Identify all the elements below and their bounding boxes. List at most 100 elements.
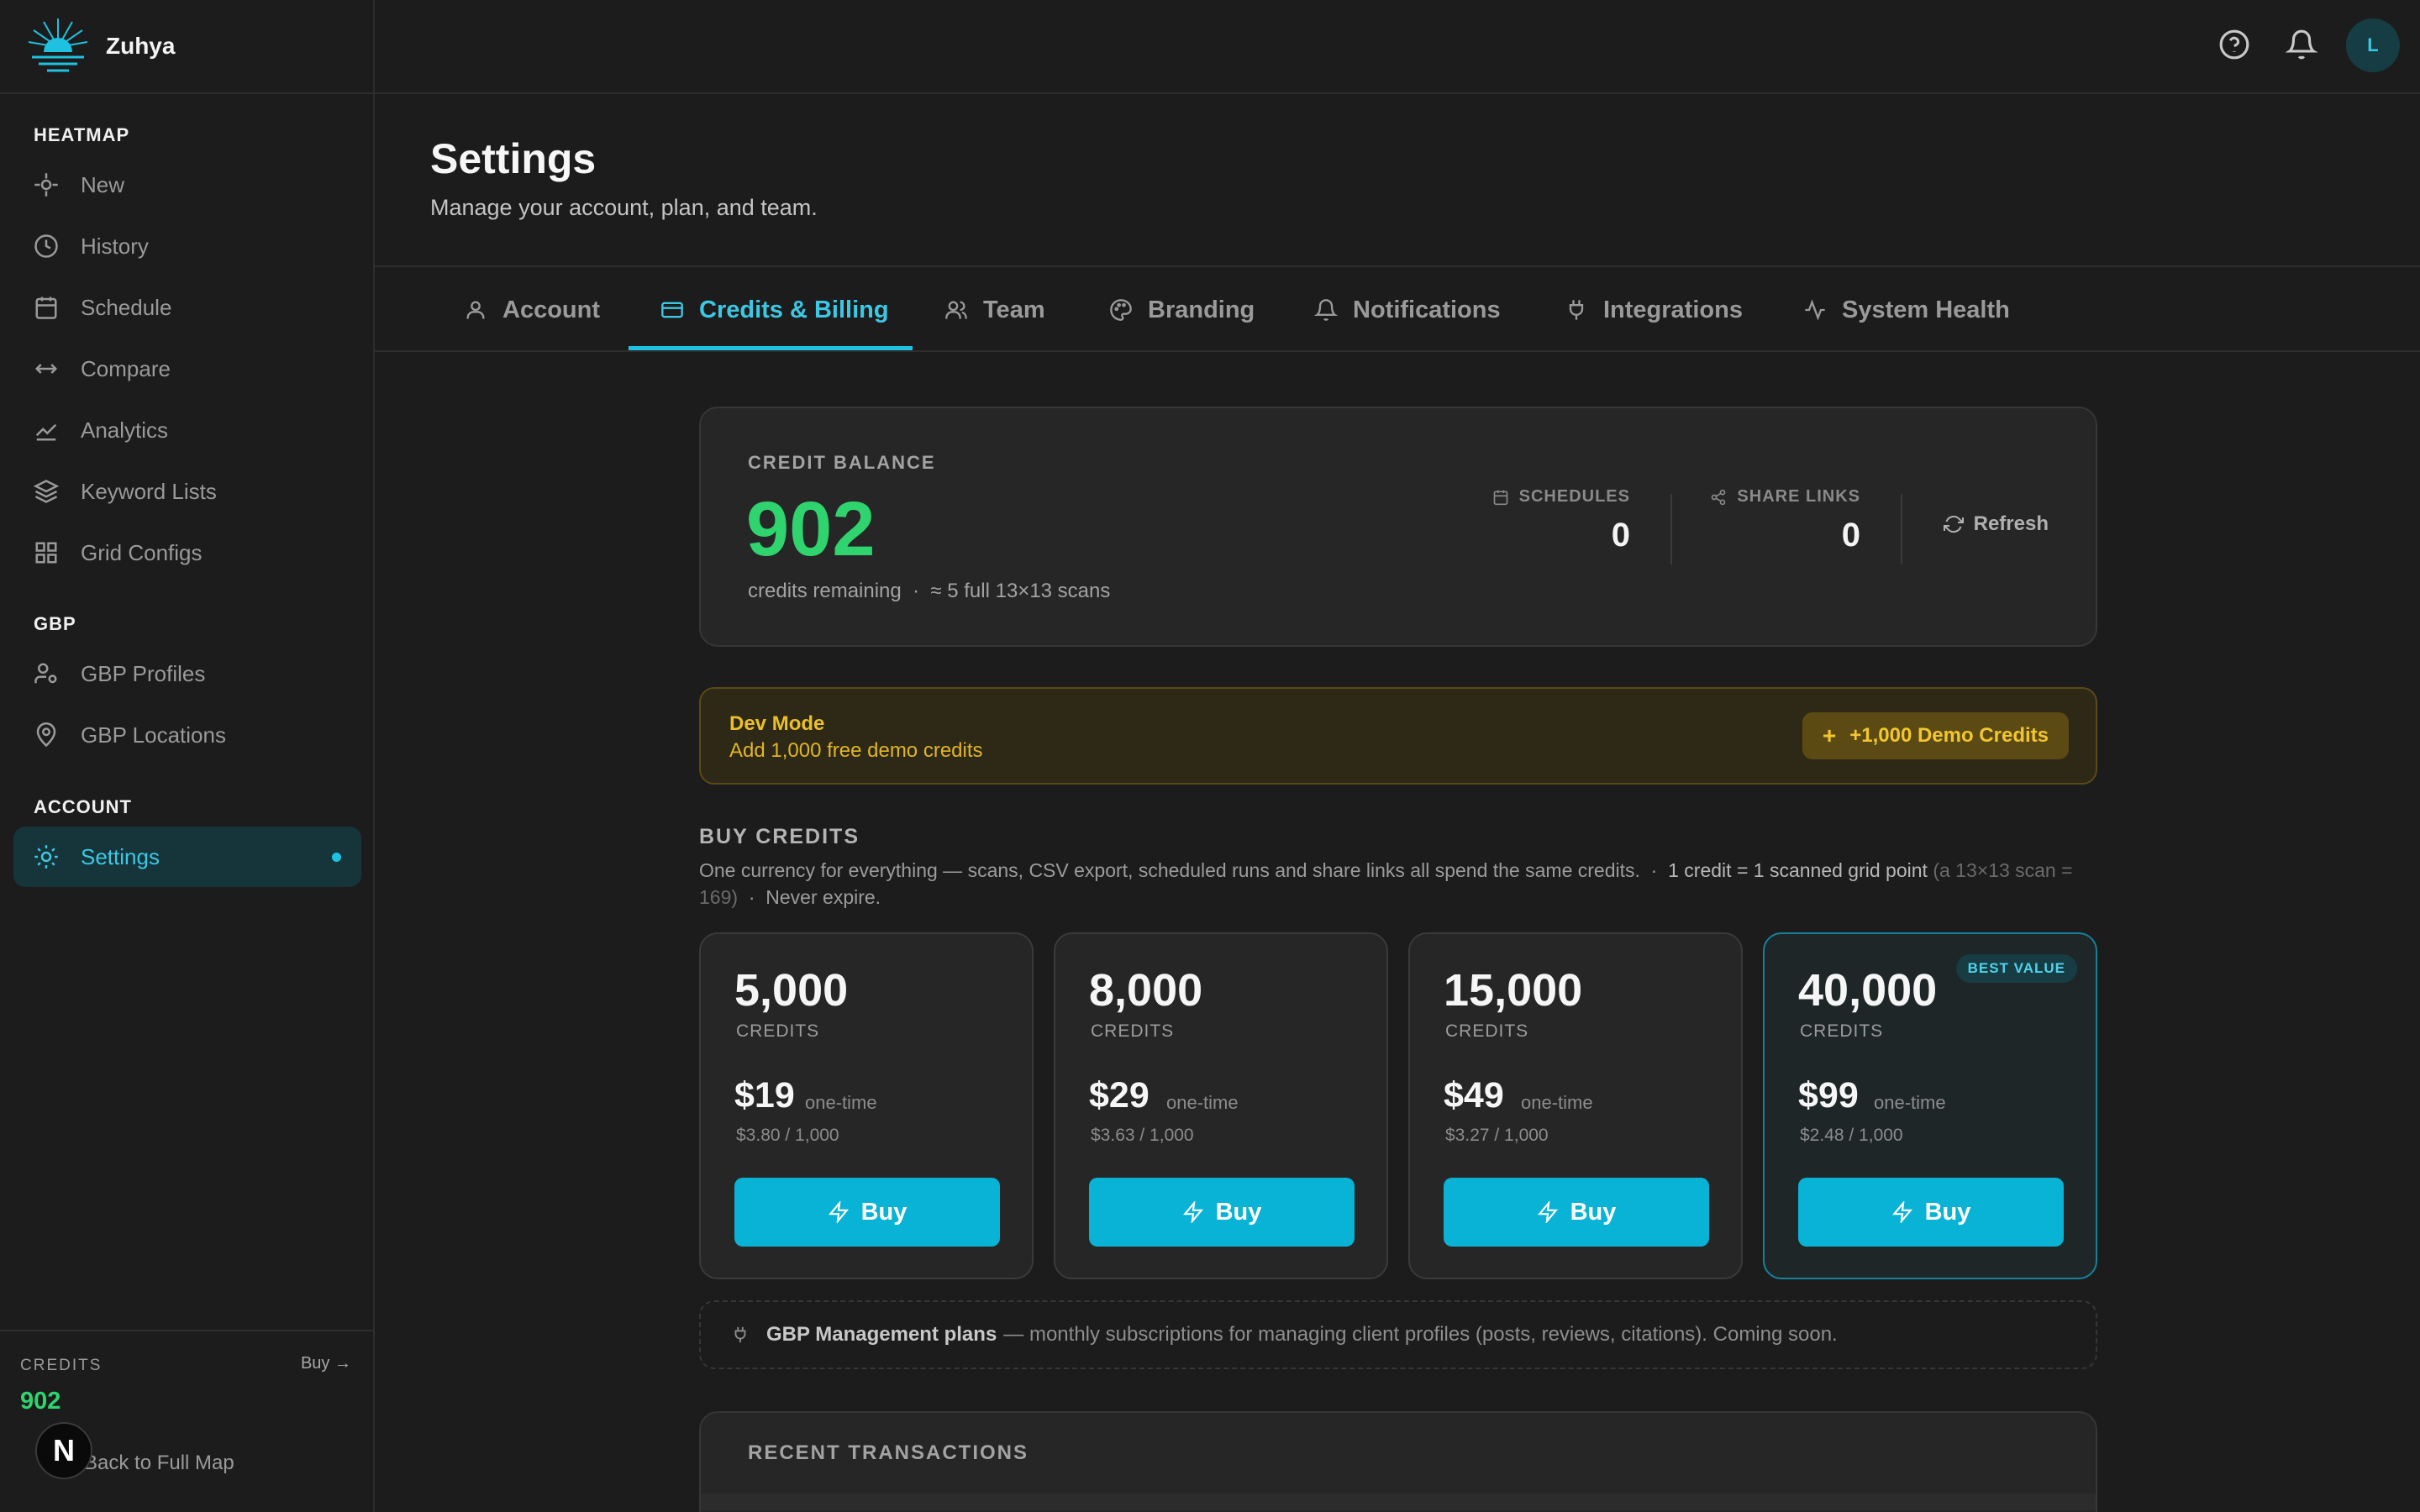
users-icon xyxy=(945,301,967,319)
plan-card-8000: 8,000 CREDITS $29 one-time $3.63 / 1,000… xyxy=(1054,932,1388,1279)
schedules-stat: SCHEDULES 0 xyxy=(1492,487,1630,554)
buy-button-label: Buy xyxy=(1570,1198,1617,1226)
buy-button-label: Buy xyxy=(860,1198,908,1226)
credit-balance-card: CREDIT BALANCE 902 credits remaining · ≈… xyxy=(699,407,2097,647)
credit-balance-value: 902 xyxy=(746,486,876,572)
refresh-label: Refresh xyxy=(1973,512,2049,535)
bell-icon[interactable] xyxy=(2285,29,2321,64)
layers-icon xyxy=(34,480,59,503)
buy-desc-sep: · xyxy=(748,886,755,908)
page-title: Settings xyxy=(430,135,597,182)
tab-credits-billing[interactable]: Credits & Billing xyxy=(660,269,889,351)
recent-transactions-title: RECENT TRANSACTIONS xyxy=(748,1441,1029,1464)
gbp-note-text: — monthly subscriptions for managing cli… xyxy=(1003,1323,1838,1346)
crosshair-icon xyxy=(34,173,58,197)
next-dev-badge[interactable]: N xyxy=(35,1422,92,1479)
plug-icon xyxy=(734,1326,746,1343)
plan-amount: 8,000 xyxy=(1089,965,1203,1016)
divider xyxy=(0,1330,375,1331)
logo-icon xyxy=(25,13,91,80)
divider xyxy=(0,92,375,94)
plan-per-thousand: $2.48 / 1,000 xyxy=(1800,1126,1903,1145)
chart-line-icon xyxy=(35,423,57,441)
tab-label: Notifications xyxy=(1353,296,1501,323)
sidebar-item-label: Analytics xyxy=(81,417,169,443)
sidebar-item-history[interactable]: History xyxy=(13,216,361,276)
tab-notifications[interactable]: Notifications xyxy=(1314,269,1501,351)
credit-balance-label: CREDIT BALANCE xyxy=(748,452,936,473)
divider xyxy=(1670,494,1672,564)
dev-mode-banner: Dev Mode Add 1,000 free demo credits + +… xyxy=(699,687,2097,785)
tab-team[interactable]: Team xyxy=(944,269,1045,351)
calendar-icon xyxy=(35,297,57,319)
sidebar-credits-value: 902 xyxy=(20,1388,61,1415)
buy-button[interactable]: Buy xyxy=(1444,1178,1709,1247)
back-to-map-link[interactable]: Back to Full Map xyxy=(84,1452,234,1475)
plan-per-thousand: $3.80 / 1,000 xyxy=(736,1126,839,1145)
topbar xyxy=(375,0,2420,94)
sidebar-item-label: Schedule xyxy=(81,294,172,320)
plan-billing: one-time xyxy=(1166,1092,1239,1113)
buy-desc-end: Never expire. xyxy=(765,886,881,908)
share-icon xyxy=(1712,489,1726,505)
sidebar-item-label: New xyxy=(81,171,125,197)
buy-button[interactable]: Buy xyxy=(1798,1178,2064,1247)
tab-account[interactable]: Account xyxy=(464,269,600,351)
avatar[interactable]: L xyxy=(2346,18,2400,72)
plan-unit: CREDITS xyxy=(1091,1021,1175,1041)
sidebar-item-label: Settings xyxy=(81,843,160,869)
plan-price: $29 xyxy=(1089,1075,1150,1116)
plug-icon xyxy=(1569,300,1584,320)
schedules-label: SCHEDULES xyxy=(1518,487,1630,506)
buy-desc-highlight: 1 credit = 1 scanned grid point xyxy=(1668,859,1928,881)
tab-label: Credits & Billing xyxy=(699,296,889,323)
sidebar-item-gbp-profiles[interactable]: GBP Profiles xyxy=(13,643,361,704)
sidebar: Zuhya HEATMAP New History Schedule Compa… xyxy=(0,0,375,1512)
sidebar-buy-link[interactable]: Buy → xyxy=(301,1354,351,1373)
palette-icon xyxy=(1110,299,1132,321)
sidebar-item-compare[interactable]: Compare xyxy=(13,339,361,399)
refresh-button[interactable]: Refresh xyxy=(1943,512,2049,536)
sidebar-item-schedule[interactable]: Schedule xyxy=(13,277,361,338)
buy-desc-main: One currency for everything — scans, CSV… xyxy=(699,859,1640,881)
refresh-icon xyxy=(1943,515,1964,533)
add-demo-credits-label: +1,000 Demo Credits xyxy=(1849,724,2049,747)
sidebar-item-analytics[interactable]: Analytics xyxy=(13,400,361,460)
buy-button[interactable]: Buy xyxy=(734,1178,1000,1247)
sidebar-item-new[interactable]: New xyxy=(13,155,361,215)
help-icon[interactable] xyxy=(2218,29,2254,64)
buy-credits-title: BUY CREDITS xyxy=(699,825,860,848)
add-demo-credits-button[interactable]: + +1,000 Demo Credits xyxy=(1802,712,2069,759)
sidebar-item-label: GBP Profiles xyxy=(81,660,206,686)
user-icon xyxy=(466,301,485,319)
divider xyxy=(375,350,2420,352)
plan-billing: one-time xyxy=(1874,1092,1946,1113)
sidebar-item-settings[interactable]: Settings xyxy=(13,827,361,887)
brand[interactable]: Zuhya xyxy=(25,15,175,77)
activity-icon xyxy=(1805,299,1825,321)
plan-card-40000: BEST VALUE 40,000 CREDITS $99 one-time $… xyxy=(1763,932,2097,1279)
divider xyxy=(1901,494,1902,564)
tab-integrations[interactable]: Integrations xyxy=(1565,269,1743,351)
schedules-value: 0 xyxy=(1611,517,1630,554)
sidebar-item-grid-configs[interactable]: Grid Configs xyxy=(13,522,361,583)
plan-card-15000: 15,000 CREDITS $49 one-time $3.27 / 1,00… xyxy=(1408,932,1743,1279)
nav-section-gbp: GBP xyxy=(34,613,76,634)
sidebar-item-keyword-lists[interactable]: Keyword Lists xyxy=(13,461,361,522)
grid-icon xyxy=(35,542,57,564)
arrows-horizontal-icon xyxy=(34,364,58,374)
map-pin-icon xyxy=(36,722,56,748)
plan-amount: 15,000 xyxy=(1444,965,1583,1016)
tab-system-health[interactable]: System Health xyxy=(1803,269,2010,351)
buy-button[interactable]: Buy xyxy=(1089,1178,1355,1247)
share-links-label: SHARE LINKS xyxy=(1737,487,1860,506)
lightning-icon xyxy=(1891,1201,1912,1223)
buy-credits-description: One currency for everything — scans, CSV… xyxy=(699,857,2094,911)
tab-branding[interactable]: Branding xyxy=(1109,269,1255,351)
best-value-badge: BEST VALUE xyxy=(1955,954,2077,983)
plan-billing: one-time xyxy=(1521,1092,1593,1113)
sidebar-item-label: Grid Configs xyxy=(81,539,203,565)
sidebar-item-gbp-locations[interactable]: GBP Locations xyxy=(13,705,361,765)
share-links-stat: SHARE LINKS 0 xyxy=(1710,487,1860,554)
tab-label: Account xyxy=(502,296,600,323)
